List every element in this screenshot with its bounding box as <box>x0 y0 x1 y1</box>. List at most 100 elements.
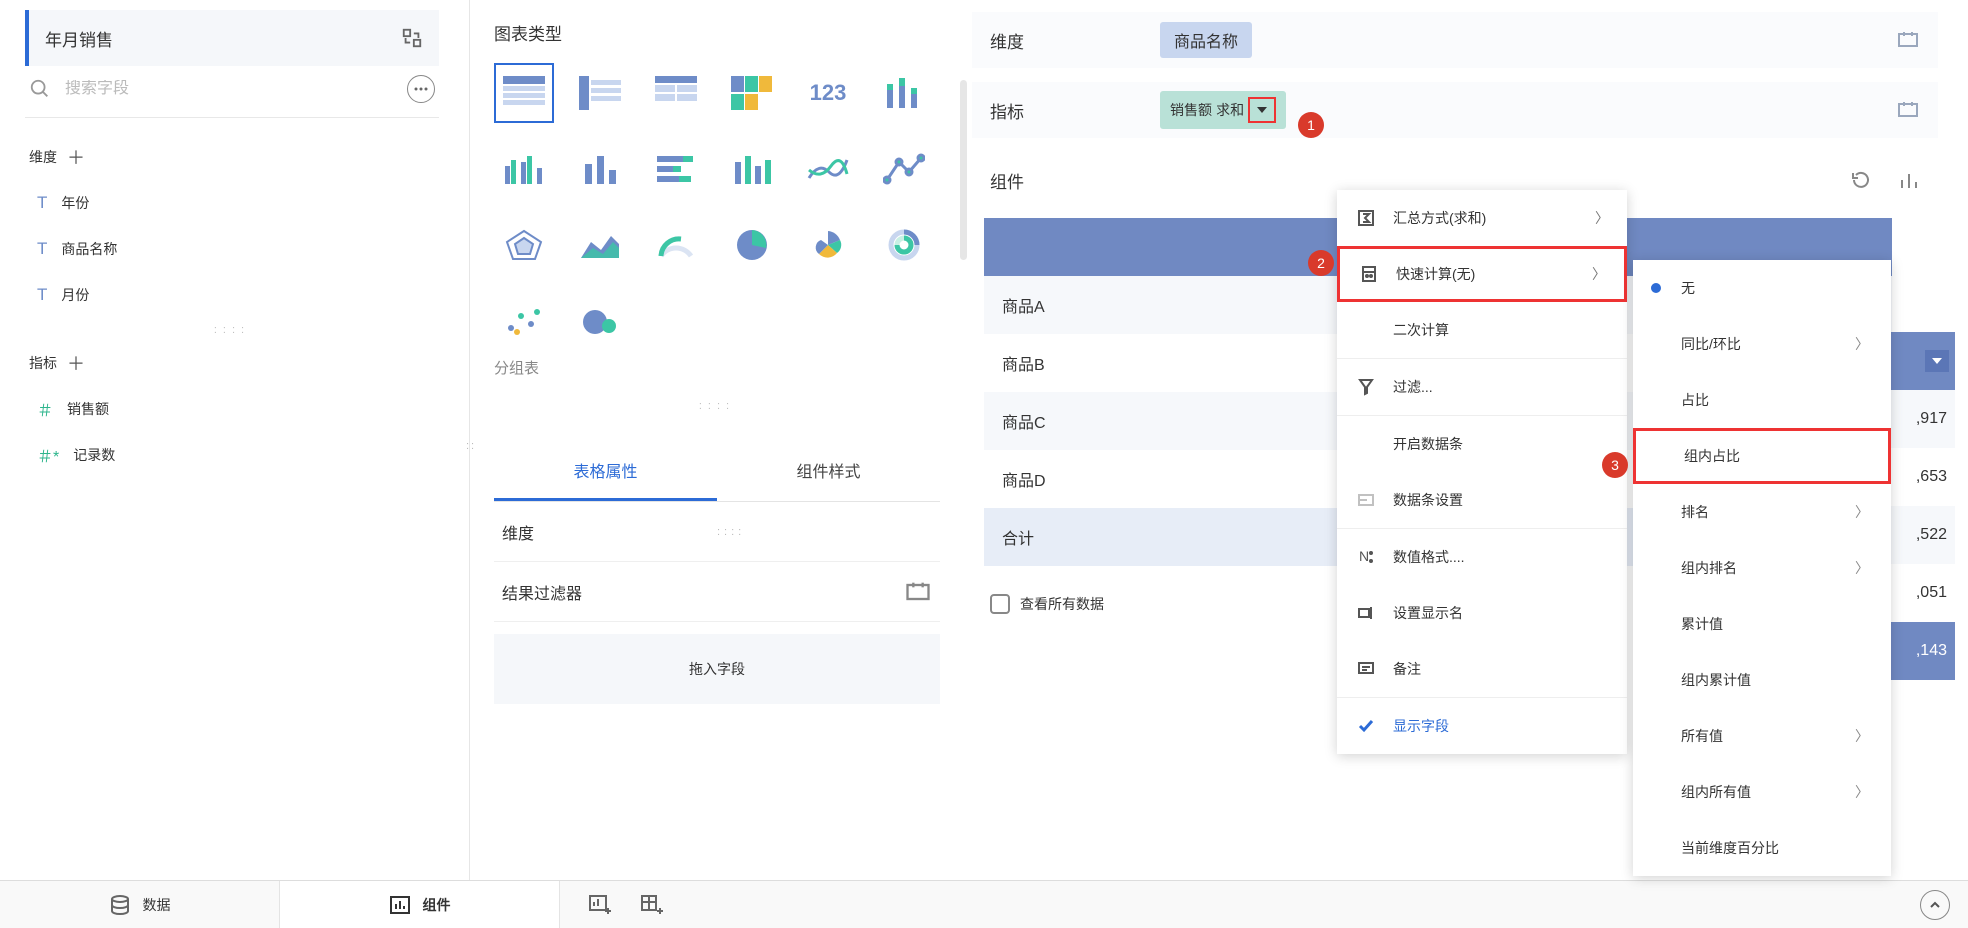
chart-type-gauge[interactable] <box>646 215 706 275</box>
value-dropdown-button[interactable] <box>1925 350 1949 372</box>
chart-type-color-table[interactable] <box>722 63 782 123</box>
chart-type-kpi[interactable]: 123 <box>798 63 858 123</box>
restore-icon[interactable] <box>1850 170 1872 190</box>
bottom-tab-component[interactable]: 组件 <box>280 881 560 928</box>
search-input[interactable] <box>65 80 393 98</box>
add-chart-icon[interactable] <box>588 894 612 916</box>
submenu-group-all-values[interactable]: 组内所有值 〉 <box>1633 764 1891 820</box>
chart-type-column-stacked[interactable] <box>874 63 934 123</box>
bar-chart-icon[interactable] <box>1898 170 1920 190</box>
menu-note[interactable]: 备注 <box>1337 641 1627 697</box>
submenu-label: 所有值 <box>1681 726 1723 746</box>
chart-type-donut-multi[interactable] <box>874 215 934 275</box>
submenu-group-percent[interactable]: 组内占比 <box>1633 428 1891 484</box>
prop-row-label: 维度 <box>502 520 717 544</box>
submenu-label: 排名 <box>1681 502 1709 522</box>
chart-type-line-multi[interactable] <box>798 139 858 199</box>
tab-table-props[interactable]: 表格属性 <box>494 442 717 501</box>
indicators-header: 指标 ＋ <box>29 350 439 376</box>
field-product-name[interactable]: T 商品名称 <box>25 226 439 272</box>
expand-button[interactable] <box>1920 890 1950 920</box>
chevron-right-icon: 〉 <box>1855 502 1869 522</box>
chart-type-column-multi[interactable] <box>494 139 554 199</box>
indicator-chip-sales[interactable]: 销售额 求和 <box>1160 91 1286 129</box>
drag-handle-icon[interactable]: :::: <box>717 526 932 538</box>
more-options-button[interactable] <box>407 75 435 103</box>
field-record-count[interactable]: ＃* 记录数 <box>25 432 439 478</box>
bar-settings-icon <box>1355 493 1377 507</box>
chart-type-radar[interactable] <box>494 215 554 275</box>
tab-component-style[interactable]: 组件样式 <box>717 442 940 501</box>
chart-config-panel: 图表类型 123 分组表 :: <box>470 0 960 880</box>
add-component-icon[interactable] <box>640 894 664 916</box>
menu-label: 数据条设置 <box>1393 490 1609 510</box>
check-icon <box>1355 719 1377 733</box>
add-dimension-button[interactable]: ＋ <box>67 144 85 170</box>
database-icon <box>109 895 131 915</box>
submenu-dimension-percent[interactable]: 当前维度百分比 <box>1633 820 1891 876</box>
chart-type-detail-table[interactable] <box>646 63 706 123</box>
bottom-tab-bar: 数据 组件 <box>0 880 1968 928</box>
chevron-right-icon: 〉 <box>1855 558 1869 578</box>
submenu-rank[interactable]: 排名 〉 <box>1633 484 1891 540</box>
search-row <box>25 78 439 118</box>
swap-icon[interactable] <box>401 27 423 49</box>
number-field-icon: ＃ <box>37 397 53 421</box>
link-icon[interactable] <box>1896 99 1920 121</box>
text-field-icon: T <box>37 239 47 259</box>
chart-type-bar[interactable] <box>646 139 706 199</box>
menu-number-format[interactable]: N 数值格式.... <box>1337 529 1627 585</box>
chart-type-area[interactable] <box>570 215 630 275</box>
indicator-context-menu: 汇总方式(求和) 〉 快速计算(无) 〉 二次计算 过滤... 开启数据条 数据… <box>1337 190 1627 754</box>
chart-type-column-compare[interactable] <box>722 139 782 199</box>
submenu-group-rank[interactable]: 组内排名 〉 <box>1633 540 1891 596</box>
menu-label: 开启数据条 <box>1393 434 1609 454</box>
submenu-all-values[interactable]: 所有值 〉 <box>1633 708 1891 764</box>
submenu-label: 占比 <box>1681 390 1709 410</box>
value-cell: ,917 <box>1885 390 1955 448</box>
field-year[interactable]: T 年份 <box>25 180 439 226</box>
submenu-cumulative[interactable]: 累计值 <box>1633 596 1891 652</box>
chart-type-line-dot[interactable] <box>874 139 934 199</box>
menu-label: 显示字段 <box>1393 716 1609 736</box>
checkbox-icon[interactable] <box>990 594 1010 614</box>
chart-type-pie[interactable] <box>722 215 782 275</box>
field-sales[interactable]: ＃ 销售额 <box>25 386 439 432</box>
add-indicator-button[interactable]: ＋ <box>67 350 85 376</box>
bottom-tab-data[interactable]: 数据 <box>0 881 280 928</box>
filter-link-icon[interactable] <box>904 580 932 604</box>
submenu-none[interactable]: 无 <box>1633 260 1891 316</box>
chart-type-group-table[interactable] <box>494 63 554 123</box>
chart-type-rose[interactable] <box>798 215 858 275</box>
chart-type-cross-table[interactable] <box>570 63 630 123</box>
field-label: 记录数 <box>73 445 115 465</box>
spacer-handle[interactable]: :::: <box>494 394 940 418</box>
value-column-header[interactable] <box>1885 332 1955 390</box>
submenu-label: 组内排名 <box>1681 558 1737 578</box>
link-icon[interactable] <box>1896 29 1920 51</box>
selected-chart-label: 分组表 <box>494 357 940 378</box>
chart-type-scatter[interactable] <box>494 291 554 351</box>
menu-filter[interactable]: 过滤... <box>1337 359 1627 415</box>
menu-display-name[interactable]: 设置显示名 <box>1337 585 1627 641</box>
filter-dropzone[interactable]: 拖入字段 <box>494 634 940 704</box>
dataset-selector[interactable]: 年月销售 <box>25 10 439 66</box>
chevron-up-icon <box>1929 901 1941 909</box>
chart-type-bubble[interactable] <box>570 291 630 351</box>
menu-quick-calc[interactable]: 快速计算(无) 〉 <box>1337 246 1627 302</box>
chevron-right-icon: 〉 <box>1855 782 1869 802</box>
indicator-dropdown-button[interactable] <box>1248 97 1276 123</box>
submenu-group-cumulative[interactable]: 组内累计值 <box>1633 652 1891 708</box>
prop-dimension-row[interactable]: 维度 :::: <box>494 502 940 562</box>
submenu-percent[interactable]: 占比 <box>1633 372 1891 428</box>
dimension-chip-product[interactable]: 商品名称 <box>1160 22 1252 58</box>
prop-result-filter-row[interactable]: 结果过滤器 <box>494 562 940 622</box>
chart-type-title: 图表类型 <box>494 20 940 45</box>
field-label: 销售额 <box>67 399 109 419</box>
menu-agg-method[interactable]: 汇总方式(求和) 〉 <box>1337 190 1627 246</box>
chart-type-column[interactable] <box>570 139 630 199</box>
menu-enable-data-bar[interactable]: 开启数据条 <box>1337 416 1627 472</box>
drag-divider: :::: <box>25 318 439 342</box>
field-month[interactable]: T 月份 <box>25 272 439 318</box>
menu-show-field[interactable]: 显示字段 <box>1337 698 1627 754</box>
